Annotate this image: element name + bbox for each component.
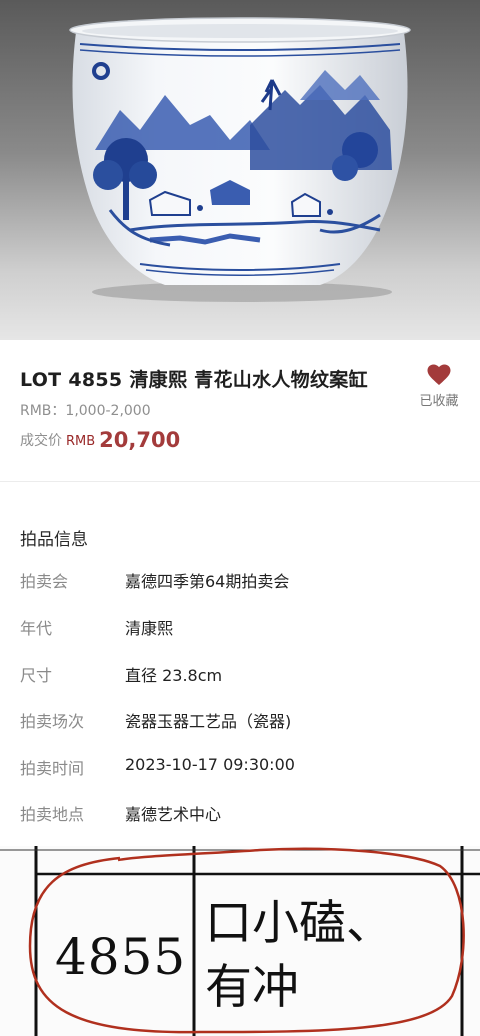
- lot-estimate: RMB：1,000-2,000: [20, 403, 151, 419]
- info-key: 拍卖时间: [20, 759, 85, 778]
- info-key: 拍卖场次: [20, 712, 85, 731]
- favorite-button[interactable]: 已收藏: [412, 364, 466, 409]
- info-heading: 拍品信息: [20, 530, 88, 550]
- deal-currency: RMB: [66, 434, 96, 449]
- heart-icon: [427, 364, 451, 385]
- info-value: 嘉德四季第64期拍卖会: [125, 572, 290, 591]
- lot-title: LOT 4855 清康熙 青花山水人物纹案缸: [20, 369, 368, 391]
- favorite-label: 已收藏: [419, 394, 459, 409]
- info-key: 尺寸: [20, 666, 53, 685]
- info-row-time: 拍卖时间 2023-10-17 09:30:00: [20, 755, 460, 779]
- lot-info-section: 拍品信息 拍卖会 嘉德四季第64期拍卖会 年代 清康熙 尺寸 直径 23.8cm…: [0, 482, 480, 846]
- record-condition-note: 口小磕、 有冲: [205, 892, 455, 1020]
- condition-record-image: 4855 口小磕、 有冲: [0, 846, 480, 1036]
- deal-price-line: 成交价 RMB 20,700: [20, 428, 180, 452]
- info-key: 拍卖地点: [20, 805, 85, 824]
- record-note-line: 口小磕、: [205, 896, 393, 951]
- info-key: 拍卖会: [20, 572, 69, 591]
- record-lot-number: 4855: [55, 928, 187, 986]
- lot-detail-page: LOT 4855 清康熙 青花山水人物纹案缸 RMB：1,000-2,000 成…: [0, 0, 480, 1036]
- info-row-era: 年代 清康熙: [20, 615, 460, 639]
- product-photo[interactable]: [0, 0, 480, 340]
- info-row-size: 尺寸 直径 23.8cm: [20, 662, 460, 686]
- porcelain-jardiniere-image: [69, 17, 411, 302]
- info-value: 2023-10-17 09:30:00: [125, 755, 295, 774]
- deal-price-label: 成交价: [20, 433, 62, 449]
- info-value: 直径 23.8cm: [125, 666, 223, 685]
- info-value: 瓷器玉器工艺品（瓷器): [125, 712, 292, 731]
- info-row-location: 拍卖地点 嘉德艺术中心: [20, 801, 460, 825]
- info-key: 年代: [20, 619, 53, 638]
- info-value: 清康熙: [125, 619, 174, 638]
- record-note-line: 有冲: [205, 960, 299, 1015]
- deal-price-value: 20,700: [99, 428, 181, 452]
- info-row-session: 拍卖场次 瓷器玉器工艺品（瓷器): [20, 708, 460, 732]
- lot-summary: LOT 4855 清康熙 青花山水人物纹案缸 RMB：1,000-2,000 成…: [0, 340, 480, 482]
- info-value: 嘉德艺术中心: [125, 805, 222, 824]
- info-row-auction: 拍卖会 嘉德四季第64期拍卖会: [20, 568, 460, 592]
